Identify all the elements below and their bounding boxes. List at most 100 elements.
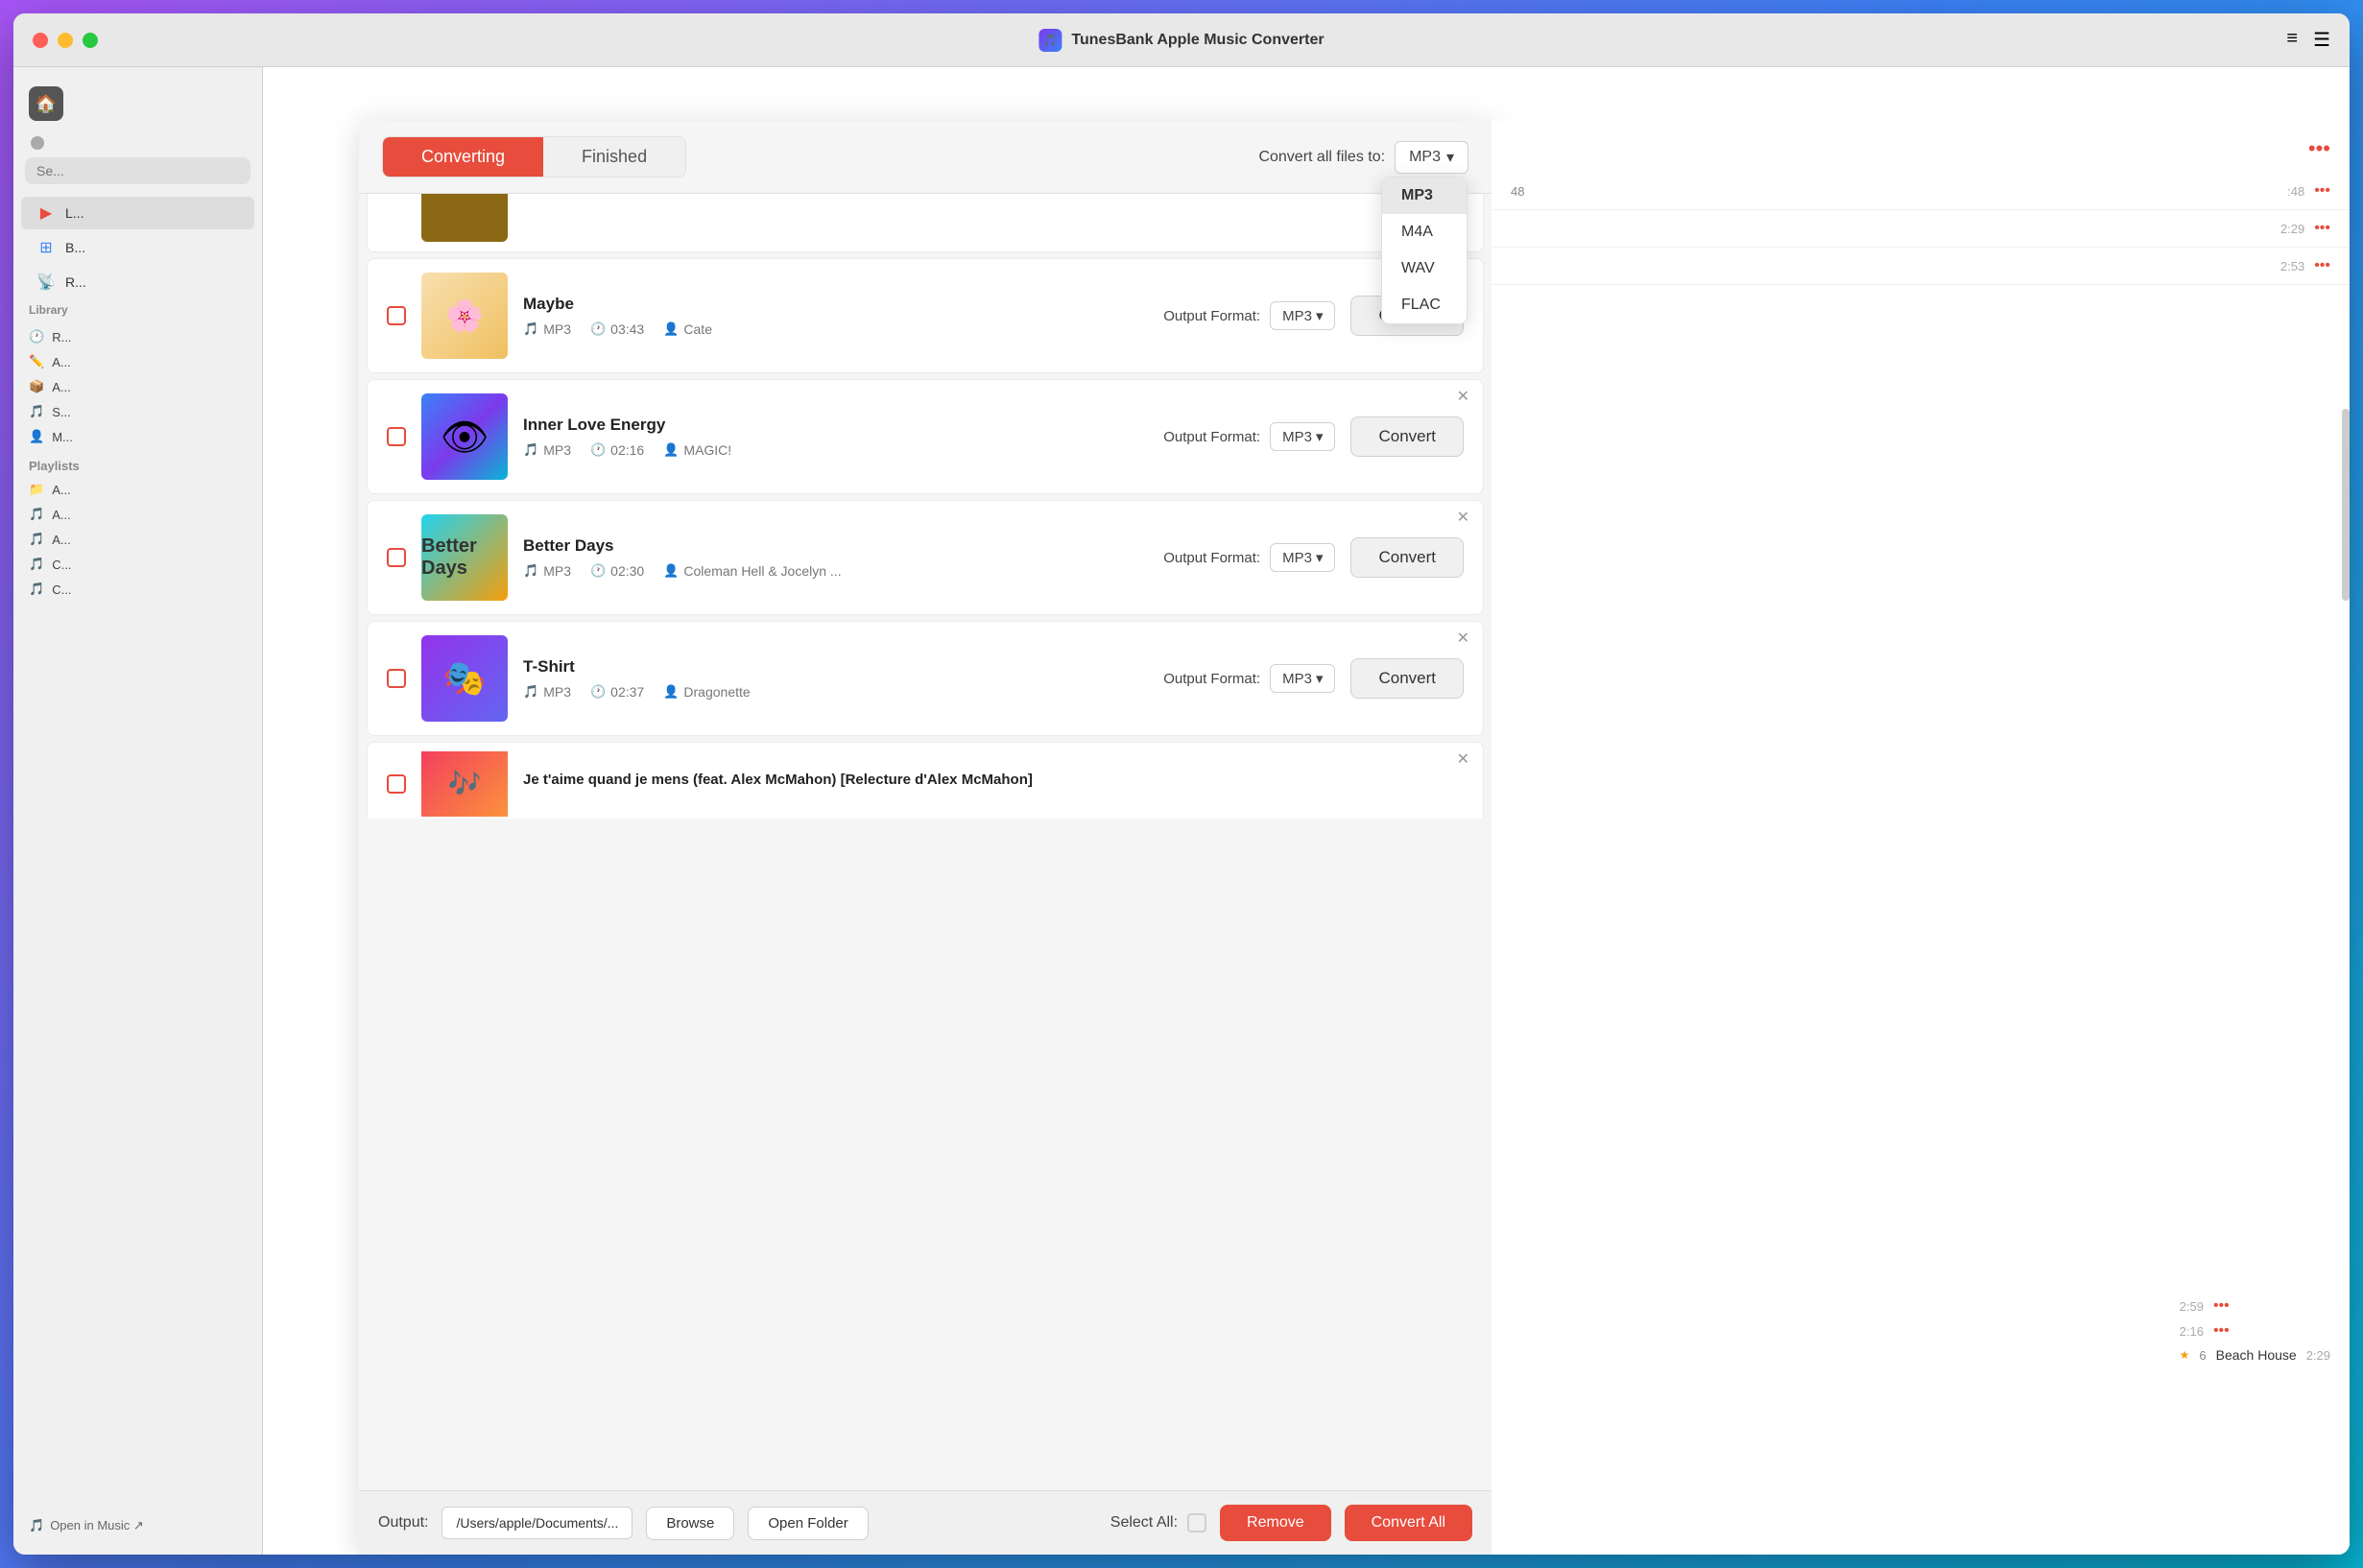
sidebar-item-artworks[interactable]: 📦 A...	[13, 374, 262, 399]
better-days-convert-button[interactable]: Convert	[1350, 537, 1464, 578]
playlist-3-icon: 🎵	[29, 532, 44, 547]
tshirt-close-button[interactable]: ✕	[1457, 631, 1469, 647]
bottom-dots-1[interactable]: •••	[2213, 1297, 2230, 1315]
tshirt-meta: 🎵 MP3 🕐 02:37 👤 Drago	[523, 684, 1148, 700]
convert-all-button[interactable]: Convert All	[1345, 1505, 1472, 1541]
format-option-m4a[interactable]: M4A	[1382, 214, 1467, 250]
home-icon[interactable]: 🏠	[29, 86, 63, 121]
song-row-partial-bottom: ✕ 🎶 Je t'aime quand je mens (feat. Alex …	[367, 742, 1484, 819]
tshirt-format-select[interactable]: MP3 ▾	[1270, 664, 1335, 693]
search-input[interactable]	[25, 157, 251, 184]
row-time-2: 2:29	[2280, 222, 2304, 236]
person-icon-3: 👤	[663, 563, 679, 579]
dropdown-chevron-icon: ▾	[1446, 148, 1454, 167]
song-row-maybe: 🌸 Maybe 🎵 MP3 🕐	[367, 258, 1484, 373]
music-icon-2: 🎵	[523, 442, 538, 458]
sidebar-item-recent[interactable]: 🕐 R...	[13, 324, 262, 349]
select-all-label: Select All:	[1110, 1514, 1178, 1532]
browse-icon: ⊞	[36, 238, 56, 257]
menu-icon[interactable]: ☰	[2313, 28, 2330, 52]
person-icon-4: 👤	[663, 684, 679, 700]
better-days-meta: 🎵 MP3 🕐 02:30 👤 Colem	[523, 563, 1148, 579]
inner-love-thumbnail: 👁	[421, 393, 508, 480]
inner-love-duration: 🕐 02:16	[590, 442, 644, 458]
song-list: 🌸 Maybe 🎵 MP3 🕐	[359, 194, 1492, 1490]
open-folder-button[interactable]: Open Folder	[748, 1507, 868, 1540]
sidebar-item-label: L...	[65, 205, 84, 221]
sidebar-item-recently-added[interactable]: ▶ L...	[21, 197, 254, 229]
finished-tab[interactable]: Finished	[543, 137, 685, 177]
maybe-checkbox[interactable]	[387, 306, 406, 325]
partial-checkbox[interactable]	[387, 774, 406, 794]
row-dots-3[interactable]: •••	[2314, 257, 2330, 274]
row-time-1: :48	[2287, 184, 2304, 199]
more-options-icon[interactable]: •••	[2308, 136, 2330, 161]
library-background: ••• 48 :48 ••• 2:29 •••	[1492, 121, 2350, 1555]
partial-close-button[interactable]: ✕	[1457, 752, 1469, 768]
row-dots-2[interactable]: •••	[2314, 220, 2330, 237]
select-all-area: Select All:	[1110, 1513, 1206, 1532]
sidebar-playlist-5[interactable]: 🎵 C...	[13, 577, 262, 602]
better-days-close-button[interactable]: ✕	[1457, 511, 1469, 526]
partial-title: Je t'aime quand je mens (feat. Alex McMa…	[523, 772, 1464, 788]
scrollbar-thumb[interactable]	[2342, 409, 2350, 601]
maximize-button[interactable]	[83, 33, 98, 48]
row-dots-1[interactable]: •••	[2314, 182, 2330, 200]
maybe-format-select[interactable]: MP3 ▾	[1270, 301, 1335, 330]
better-days-thumbnail: Better Days	[421, 514, 508, 601]
tshirt-info: T-Shirt 🎵 MP3 🕐 02:37	[523, 657, 1148, 700]
bottom-time-2: 2:16	[2180, 1324, 2204, 1339]
recent-icon: 🕐	[29, 329, 44, 344]
close-button[interactable]	[33, 33, 48, 48]
bottom-time-1: 2:59	[2180, 1299, 2204, 1314]
sidebar-playlist-3[interactable]: 🎵 A...	[13, 527, 262, 552]
sidebar-playlist-2[interactable]: 🎵 A...	[13, 502, 262, 527]
open-in-music[interactable]: 🎵 Open in Music ↗	[13, 1509, 262, 1543]
format-option-wav[interactable]: WAV	[1382, 250, 1467, 287]
row-time-3: 2:53	[2280, 259, 2304, 273]
remove-button[interactable]: Remove	[1220, 1505, 1331, 1541]
maybe-duration: 🕐 03:43	[590, 321, 644, 337]
format-dropdown: MP3 M4A WAV FLAC	[1381, 177, 1468, 324]
maybe-thumbnail: 🌸	[421, 273, 508, 359]
format-option-mp3[interactable]: MP3	[1382, 178, 1467, 214]
inner-love-format-select[interactable]: MP3 ▾	[1270, 422, 1335, 451]
sidebar: 🏠 ▶ L... ⊞ B... 📡 R... Library 🕐	[13, 67, 263, 1555]
maybe-meta: 🎵 MP3 🕐 03:43 👤 Cate	[523, 321, 1148, 337]
library-row-2: 2:29 •••	[1492, 210, 2350, 248]
better-days-format-select[interactable]: MP3 ▾	[1270, 543, 1335, 572]
converting-tab[interactable]: Converting	[383, 137, 543, 177]
better-days-checkbox[interactable]	[387, 548, 406, 567]
bottom-row-2: 2:16 •••	[2180, 1322, 2330, 1340]
format-select-button[interactable]: MP3 ▾ MP3 M4A WAV FLAC	[1395, 141, 1468, 174]
select-all-checkbox[interactable]	[1187, 1513, 1206, 1532]
inner-love-info: Inner Love Energy 🎵 MP3 🕐 02:16	[523, 416, 1148, 458]
convert-all-label: Convert all files to:	[1258, 149, 1385, 166]
search-container	[25, 157, 251, 184]
library-row-1: 48 :48 •••	[1492, 173, 2350, 210]
sidebar-item-made-for-you[interactable]: 👤 M...	[13, 424, 262, 449]
minimize-button[interactable]	[58, 33, 73, 48]
footer-bar: Output: /Users/apple/Documents/... Brows…	[359, 1490, 1492, 1555]
inner-love-convert-button[interactable]: Convert	[1350, 416, 1464, 457]
tshirt-checkbox[interactable]	[387, 669, 406, 688]
inner-love-close-button[interactable]: ✕	[1457, 390, 1469, 405]
playlist-icon[interactable]: ≡	[2286, 28, 2298, 52]
tab-group: Converting Finished	[382, 136, 686, 178]
tshirt-duration: 🕐 02:37	[590, 684, 644, 700]
sidebar-playlist-1[interactable]: 📁 A...	[13, 477, 262, 502]
browse-button[interactable]: Browse	[646, 1507, 734, 1540]
tshirt-convert-button[interactable]: Convert	[1350, 658, 1464, 699]
sidebar-playlist-4[interactable]: 🎵 C...	[13, 552, 262, 577]
inner-love-checkbox[interactable]	[387, 427, 406, 446]
music-icon: 🎵	[523, 321, 538, 337]
sidebar-item-songs-sub[interactable]: 🎵 S...	[13, 399, 262, 424]
sidebar-item-radio[interactable]: 📡 R...	[21, 266, 254, 298]
format-option-flac[interactable]: FLAC	[1382, 287, 1467, 323]
sidebar-item-albums[interactable]: ✏️ A...	[13, 349, 262, 374]
converter-header: Converting Finished Convert all files to…	[359, 121, 1492, 194]
sidebar-item-label: B...	[65, 240, 85, 255]
more-options-area: •••	[1492, 136, 2350, 161]
sidebar-item-browse[interactable]: ⊞ B...	[21, 231, 254, 264]
bottom-dots-2[interactable]: •••	[2213, 1322, 2230, 1340]
